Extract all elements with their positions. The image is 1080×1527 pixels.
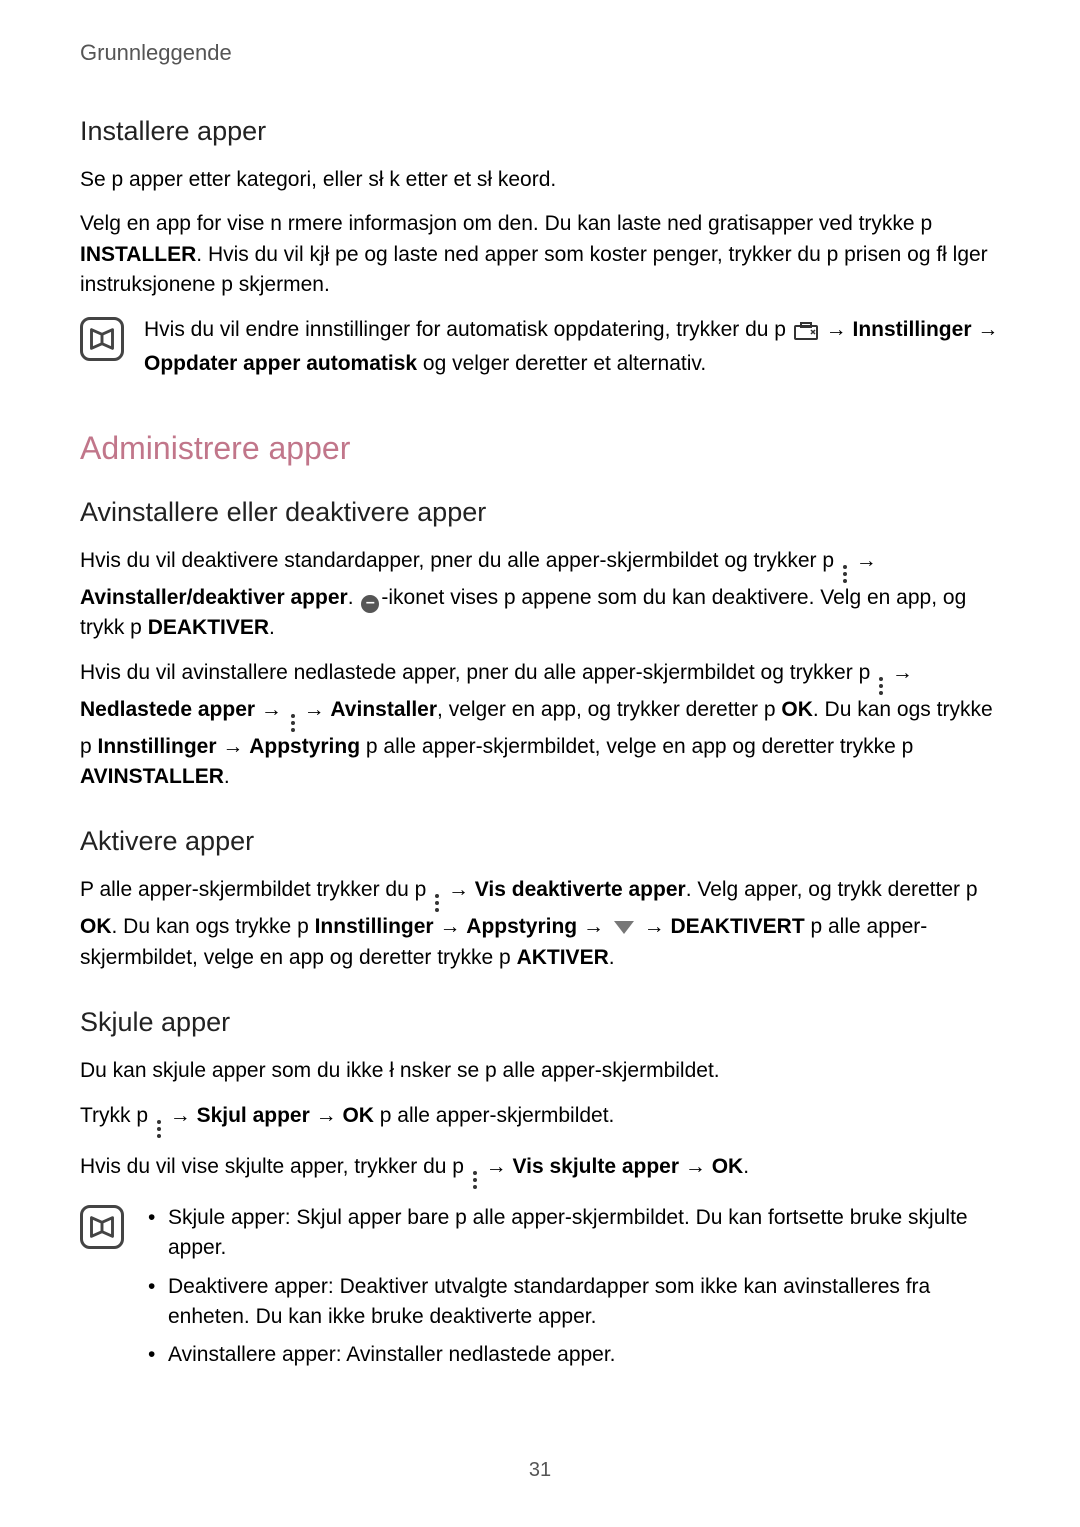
heading-activate-apps: Aktivere apper xyxy=(80,826,1000,857)
more-icon xyxy=(157,1120,161,1138)
text: og velger deretter et alternativ. xyxy=(417,352,706,375)
para: Hvis du vil deaktivere standardapper, pn… xyxy=(80,546,1000,644)
label-app-management: Appstyring xyxy=(466,915,577,938)
more-icon xyxy=(843,565,847,583)
text: p alle apper-skjermbildet. xyxy=(374,1104,614,1127)
label-activate: AKTIVER xyxy=(517,946,609,969)
para: Hvis du vil avinstallere nedlastede appe… xyxy=(80,658,1000,793)
label-settings: Innstillinger xyxy=(315,915,434,938)
text: . Velg apper, og trykk deretter p xyxy=(686,878,978,901)
text: Hvis du vil endre innstillinger for auto… xyxy=(144,318,792,341)
text: Trykk p xyxy=(80,1104,154,1127)
note-icon xyxy=(80,1205,124,1249)
heading-hide-apps: Skjule apper xyxy=(80,1007,1000,1038)
note-text: Hvis du vil endre innstillinger for auto… xyxy=(144,315,1000,380)
text: . xyxy=(348,586,360,609)
arrow: → xyxy=(298,698,331,721)
dropdown-icon xyxy=(614,921,634,934)
arrow: → xyxy=(850,549,877,572)
more-icon xyxy=(291,714,295,732)
heading-install-apps: Installere apper xyxy=(80,116,1000,147)
arrow: → xyxy=(638,915,671,938)
para: P alle apper-skjermbildet trykker du p →… xyxy=(80,875,1000,973)
label-ok: OK xyxy=(80,915,112,938)
arrow: → xyxy=(679,1155,712,1178)
para: Hvis du vil vise skjulte apper, trykker … xyxy=(80,1152,1000,1189)
para: Trykk p → Skjul apper → OK p alle apper-… xyxy=(80,1101,1000,1138)
note-box: Skjule apper: Skjul apper bare p alle ap… xyxy=(80,1203,1000,1379)
label-ok: OK xyxy=(712,1155,744,1178)
arrow: → xyxy=(820,318,853,341)
arrow: → xyxy=(886,661,913,684)
arrow: → xyxy=(434,915,467,938)
page-header: Grunnleggende xyxy=(80,40,1000,66)
arrow: → xyxy=(480,1155,513,1178)
more-icon xyxy=(435,894,439,912)
label-uninstall: Avinstaller xyxy=(330,698,437,721)
more-icon xyxy=(879,677,883,695)
disable-badge-icon: – xyxy=(361,595,379,613)
text: p alle apper-skjermbildet, velge en app … xyxy=(360,735,913,758)
arrow: → xyxy=(972,318,999,341)
heading-uninstall-deactivate: Avinstallere eller deaktivere apper xyxy=(80,497,1000,528)
text: Hvis du vil deaktivere standardapper, pn… xyxy=(80,549,840,572)
label-uninstall-caps: AVINSTALLER xyxy=(80,765,224,788)
text: . xyxy=(609,946,615,969)
text: . xyxy=(269,616,275,639)
label-install: INSTALLER xyxy=(80,243,196,266)
note-text: Skjule apper: Skjul apper bare p alle ap… xyxy=(144,1203,1000,1379)
more-icon xyxy=(473,1171,477,1189)
note-box: Hvis du vil endre innstillinger for auto… xyxy=(80,315,1000,380)
para: Velg en app for vise n rmere informasjon… xyxy=(80,209,1000,300)
text: . xyxy=(224,765,230,788)
label-settings: Innstillinger xyxy=(852,318,971,341)
arrow: → xyxy=(442,878,475,901)
text: Hvis du vil vise skjulte apper, trykker … xyxy=(80,1155,470,1178)
label-app-management: Appstyring xyxy=(249,735,360,758)
label-ok: OK xyxy=(781,698,813,721)
label-show-deactivated: Vis deaktiverte apper xyxy=(475,878,686,901)
para: Du kan skjule apper som du ikke ł nsker … xyxy=(80,1056,1000,1086)
page-number: 31 xyxy=(80,1459,1000,1482)
text: P alle apper-skjermbildet trykker du p xyxy=(80,878,432,901)
text: . Hvis du vil kjł pe og laste ned apper … xyxy=(80,243,988,296)
text: . xyxy=(743,1155,749,1178)
para: Se p apper etter kategori, eller sł k et… xyxy=(80,165,1000,195)
heading-administer-apps: Administrere apper xyxy=(80,430,1000,467)
label-auto-update: Oppdater apper automatisk xyxy=(144,352,417,375)
label-ok: OK xyxy=(342,1104,374,1127)
label-downloaded-apps: Nedlastede apper xyxy=(80,698,255,721)
list-item: Avinstallere apper: Avinstaller nedlaste… xyxy=(144,1340,1000,1370)
text: Hvis du vil avinstallere nedlastede appe… xyxy=(80,661,876,684)
label-deactivate: DEAKTIVER xyxy=(148,616,269,639)
text: Velg en app for vise n rmere informasjon… xyxy=(80,212,932,235)
arrow: → xyxy=(577,915,610,938)
arrow: → xyxy=(255,698,288,721)
arrow: → xyxy=(164,1104,197,1127)
label-settings: Innstillinger xyxy=(98,735,217,758)
label-uninstall-deactivate: Avinstaller/deaktiver apper xyxy=(80,586,348,609)
text: , velger en app, og trykker deretter p xyxy=(437,698,781,721)
list-item: Skjule apper: Skjul apper bare p alle ap… xyxy=(144,1203,1000,1264)
list-item: Deaktivere apper: Deaktiver utvalgte sta… xyxy=(144,1272,1000,1333)
label-deactivated-tab: DEAKTIVERT xyxy=(670,915,804,938)
arrow: → xyxy=(217,735,250,758)
note-icon xyxy=(80,317,124,361)
label-show-hidden: Vis skjulte apper xyxy=(513,1155,680,1178)
arrow: → xyxy=(310,1104,343,1127)
label-hide-apps: Skjul apper xyxy=(197,1104,310,1127)
text: . Du kan ogs trykke p xyxy=(112,915,315,938)
toolbox-icon xyxy=(794,319,818,349)
